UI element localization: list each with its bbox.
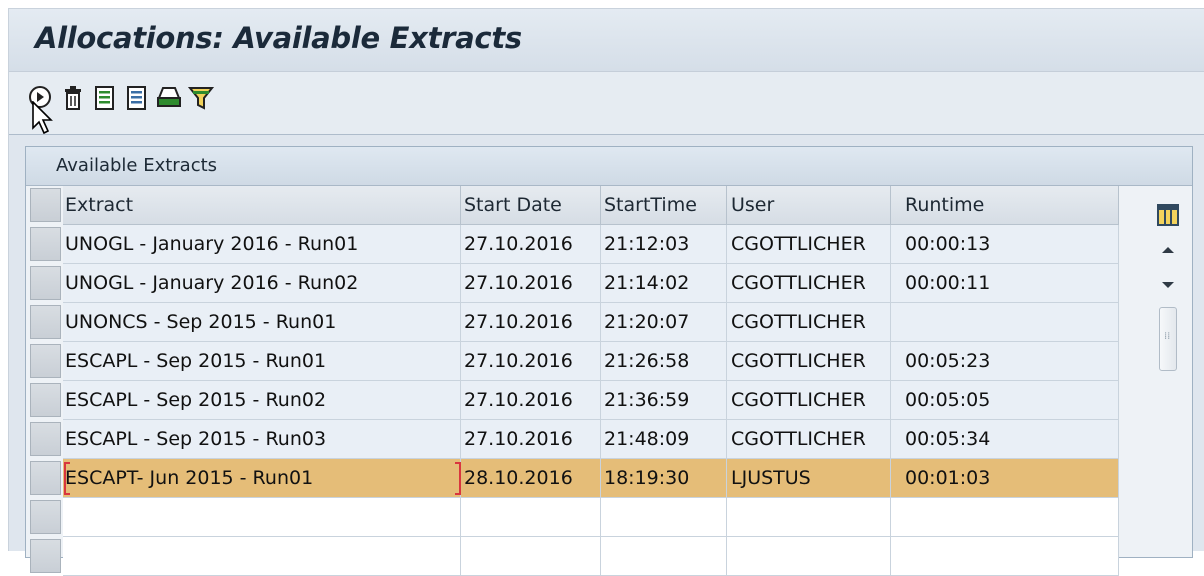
cell-start-date[interactable]: 27.10.2016 [461,264,601,303]
cell-runtime[interactable]: 00:05:05 [891,381,1119,420]
cell-user[interactable]: CGOTTLICHER [727,264,891,303]
printer-icon [157,87,181,107]
filter-icon [187,87,215,110]
cell-start-time[interactable]: 21:12:03 [601,225,727,264]
row-selector[interactable] [30,461,61,495]
cell-extract[interactable]: UNONCS - Sep 2015 - Run01 [63,303,461,342]
table-row-selected[interactable]: ESCAPT- Jun 2015 - Run01 28.10.2016 18:1… [26,459,1119,498]
cell-start-date[interactable]: 27.10.2016 [461,342,601,381]
table-row-empty[interactable] [26,537,1119,576]
cell-start-date[interactable]: 27.10.2016 [461,303,601,342]
cell-start-date[interactable]: 27.10.2016 [461,225,601,264]
row-selector[interactable] [30,539,61,573]
print-button[interactable] [155,84,183,112]
select-all-button[interactable] [30,188,61,222]
title-bar: Allocations: Available Extracts [9,9,1204,72]
cell-runtime[interactable]: 00:01:03 [891,459,1119,498]
cell-extract[interactable]: ESCAPL - Sep 2015 - Run03 [63,420,461,459]
cell-extract[interactable]: UNOGL - January 2016 - Run02 [63,264,461,303]
column-header-extract[interactable]: Extract [63,186,461,225]
table-row[interactable]: UNOGL - January 2016 - Run01 27.10.2016 … [26,225,1119,264]
cell-start-time[interactable]: 21:36:59 [601,381,727,420]
row-selector[interactable] [30,383,61,417]
cell-focus-bracket-right [455,462,461,495]
cell-runtime[interactable]: 00:05:34 [891,420,1119,459]
cell-user[interactable] [727,537,891,576]
cell-start-date[interactable]: 27.10.2016 [461,381,601,420]
cell-runtime[interactable] [891,537,1119,576]
cell-start-time[interactable]: 18:19:30 [601,459,727,498]
cell-user[interactable]: CGOTTLICHER [727,342,891,381]
cell-user[interactable]: CGOTTLICHER [727,420,891,459]
cell-focus-bracket-left [64,462,70,495]
details-button[interactable] [91,84,119,112]
table-row[interactable]: ESCAPL - Sep 2015 - Run02 27.10.2016 21:… [26,381,1119,420]
table-row[interactable]: ESCAPL - Sep 2015 - Run01 27.10.2016 21:… [26,342,1119,381]
table-row[interactable]: UNOGL - January 2016 - Run02 27.10.2016 … [26,264,1119,303]
cell-extract[interactable]: ESCAPL - Sep 2015 - Run02 [63,381,461,420]
cell-extract[interactable]: ESCAPT- Jun 2015 - Run01 [63,459,461,498]
cell-user[interactable]: CGOTTLICHER [727,381,891,420]
cell-start-time[interactable]: 21:20:07 [601,303,727,342]
column-header-start-time[interactable]: StartTime [601,186,727,225]
column-header-start-date[interactable]: Start Date [461,186,601,225]
cell-runtime[interactable] [891,303,1119,342]
table-row-empty[interactable] [26,498,1119,537]
cell-runtime[interactable]: 00:00:11 [891,264,1119,303]
cell-extract[interactable] [63,537,461,576]
filter-button[interactable] [187,84,215,112]
row-selector[interactable] [30,500,61,534]
details2-button[interactable] [123,84,151,112]
scrollbar-thumb[interactable]: ⁞⁞ [1159,307,1177,371]
cell-runtime[interactable]: 00:00:13 [891,225,1119,264]
column-header-user[interactable]: User [727,186,891,225]
cell-start-time[interactable]: 21:48:09 [601,420,727,459]
panel-header: Available Extracts [26,147,1192,186]
cell-extract[interactable]: ESCAPL - Sep 2015 - Run01 [63,342,461,381]
cell-user[interactable]: CGOTTLICHER [727,225,891,264]
cell-user[interactable] [727,498,891,537]
cell-start-date[interactable]: 27.10.2016 [461,420,601,459]
toolbar [9,72,1204,135]
available-extracts-panel: Available Extracts Extract Start Date St… [25,146,1193,576]
column-settings-icon[interactable] [1157,204,1179,226]
trash-icon [65,86,81,110]
panel-title: Available Extracts [56,155,218,176]
cell-extract[interactable]: UNOGL - January 2016 - Run01 [63,225,461,264]
table-row[interactable]: UNONCS - Sep 2015 - Run01 27.10.2016 21:… [26,303,1119,342]
cell-start-date[interactable] [461,498,601,537]
row-selector[interactable] [30,305,61,339]
mouse-cursor-icon [32,101,53,135]
cell-runtime[interactable] [891,498,1119,537]
document-icon [95,86,114,110]
row-selector[interactable] [30,227,61,261]
row-selector[interactable] [30,266,61,300]
delete-button[interactable] [59,84,87,112]
scroll-up-arrow-icon[interactable] [1157,239,1179,261]
cell-extract[interactable] [63,498,461,537]
table-row[interactable]: ESCAPL - Sep 2015 - Run03 27.10.2016 21:… [26,420,1119,459]
page-title: Allocations: Available Extracts [35,21,522,55]
sap-window: Allocations: Available Extracts Availabl… [8,8,1204,576]
extracts-table: Extract Start Date StartTime User Runtim… [26,186,1192,576]
cell-start-time[interactable] [601,498,727,537]
cell-start-time[interactable] [601,537,727,576]
table-header-row: Extract Start Date StartTime User Runtim… [26,186,1119,225]
cell-start-time[interactable]: 21:26:58 [601,342,727,381]
column-header-runtime[interactable]: Runtime [891,186,1119,225]
cell-start-date[interactable] [461,537,601,576]
cell-runtime[interactable]: 00:05:23 [891,342,1119,381]
cell-start-time[interactable]: 21:14:02 [601,264,727,303]
cell-user[interactable]: LJUSTUS [727,459,891,498]
cell-start-date[interactable]: 28.10.2016 [461,459,601,498]
document-list-icon [127,86,146,110]
scroll-down-arrow-icon[interactable] [1157,274,1179,296]
row-selector[interactable] [30,422,61,456]
cell-user[interactable]: CGOTTLICHER [727,303,891,342]
row-selector[interactable] [30,344,61,378]
